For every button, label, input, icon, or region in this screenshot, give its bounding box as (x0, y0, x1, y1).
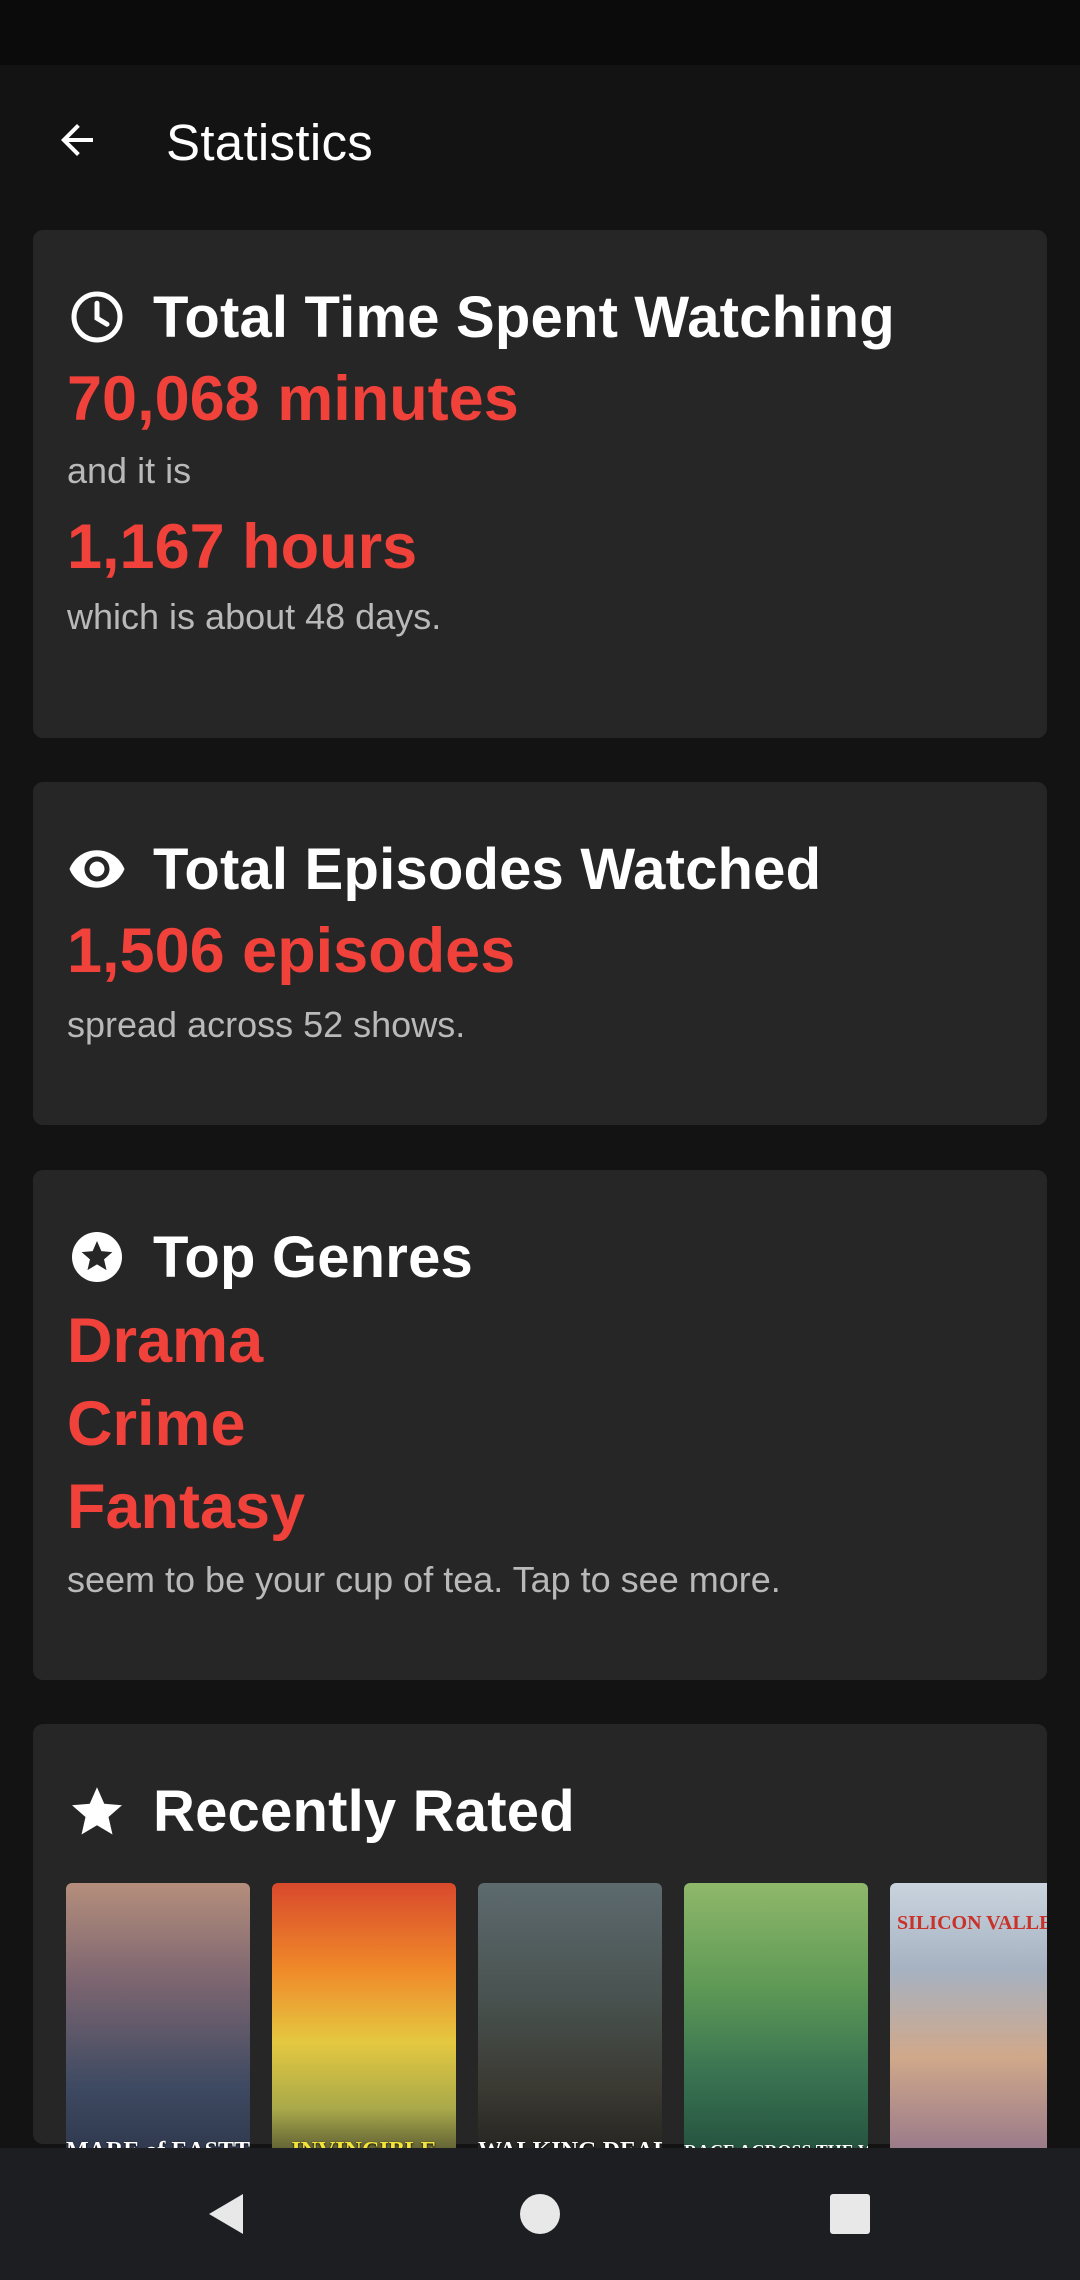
shows-text: spread across 52 shows. (67, 1004, 466, 1045)
top-genres-card[interactable]: Top Genres Drama Crime Fantasy seem to b… (33, 1170, 1047, 1680)
poster-title: SILICON VALLEY (897, 1912, 1047, 1934)
genre-item: Crime (67, 1389, 246, 1459)
page-title: Statistics (166, 114, 374, 171)
nav-home-icon (520, 2194, 560, 2234)
card-title: Total Episodes Watched (153, 836, 822, 902)
episode-count: 1,506 episodes (67, 916, 516, 986)
poster-carousel[interactable]: MARE of EASTTOWN INVINCIBLE WALKING DEAD… (66, 1883, 1047, 2173)
nav-back-button[interactable] (165, 2148, 285, 2280)
total-time-card: Total Time Spent Watching 70,068 minutes… (33, 230, 1047, 738)
poster-invincible[interactable]: INVINCIBLE (272, 1883, 456, 2173)
star-icon (67, 1781, 127, 1841)
total-minutes: 70,068 minutes (67, 364, 519, 434)
arrow-left-icon (61, 124, 93, 156)
card-title: Total Time Spent Watching (153, 284, 895, 350)
card-title: Top Genres (153, 1224, 473, 1290)
nav-home-button[interactable] (480, 2148, 600, 2280)
poster-race-across-the-world[interactable]: RACE ACROSS THE WORLD (684, 1883, 868, 2173)
poster-silicon-valley[interactable]: SILICON VALLEY (890, 1883, 1047, 2173)
card-header: Total Episodes Watched (67, 834, 1013, 904)
total-episodes-card: Total Episodes Watched 1,506 episodes sp… (33, 782, 1047, 1125)
total-hours: 1,167 hours (67, 512, 418, 582)
card-header: Recently Rated (67, 1776, 1013, 1846)
genre-item: Fantasy (67, 1472, 306, 1542)
recently-rated-card: Recently Rated MARE of EASTTOWN INVINCIB… (33, 1724, 1047, 2173)
genres-footer: seem to be your cup of tea. Tap to see m… (67, 1559, 781, 1600)
star-circle-icon (67, 1227, 127, 1287)
card-header: Total Time Spent Watching (67, 282, 1013, 352)
genre-list: Drama Crime Fantasy (67, 1300, 1013, 1549)
card-header: Top Genres (67, 1222, 1013, 1292)
days-text: which is about 48 days. (67, 596, 442, 637)
back-button[interactable] (44, 107, 110, 173)
system-nav-bar (0, 2148, 1080, 2280)
app-bar: Statistics (0, 65, 1080, 225)
status-bar (0, 0, 1080, 65)
clock-icon (67, 287, 127, 347)
eye-icon (67, 839, 127, 899)
card-title: Recently Rated (153, 1778, 575, 1844)
nav-recents-icon (830, 2194, 870, 2234)
genre-item: Drama (67, 1306, 264, 1376)
connector-text: and it is (67, 450, 192, 491)
nav-recents-button[interactable] (790, 2148, 910, 2280)
nav-back-icon (209, 2194, 243, 2234)
poster-mare-of-easttown[interactable]: MARE of EASTTOWN (66, 1883, 250, 2173)
poster-walking-dead[interactable]: WALKING DEAD (478, 1883, 662, 2173)
